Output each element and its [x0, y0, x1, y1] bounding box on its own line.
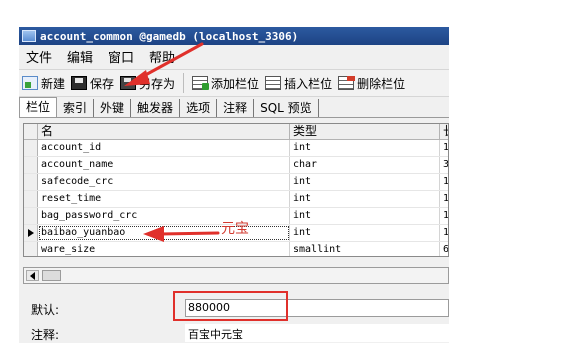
field-length-cell[interactable]: 10 [440, 174, 448, 190]
field-type-cell[interactable]: int [290, 225, 440, 241]
field-name-cell[interactable]: account_id [38, 140, 290, 156]
field-length-cell[interactable]: 10 [440, 208, 448, 224]
menu-bar: 文件 编辑 窗口 帮助 [19, 46, 449, 66]
row-selector[interactable] [24, 157, 38, 173]
header-gutter [24, 124, 38, 139]
designer-tabs: 栏位 索引 外键 触发器 选项 注释 SQL 预览 [19, 97, 449, 118]
field-name-cell[interactable]: account_name [38, 157, 290, 173]
annotation-label: 元宝 [221, 221, 249, 237]
menu-edit[interactable]: 编辑 [60, 47, 101, 66]
insert-field-label: 插入栏位 [284, 76, 333, 91]
menu-file[interactable]: 文件 [19, 47, 60, 66]
field-type-cell[interactable]: int [290, 191, 440, 207]
field-type-cell[interactable]: int [290, 208, 440, 224]
row-selector[interactable] [24, 140, 38, 156]
field-name-cell-editing[interactable]: baibao_yuanbao [38, 225, 290, 241]
delete-field-icon [338, 76, 356, 90]
floppy-disk-icon [71, 76, 88, 90]
field-length-cell[interactable]: 10 [440, 140, 448, 156]
field-type-cell[interactable]: int [290, 140, 440, 156]
tab-triggers[interactable]: 触发器 [131, 99, 181, 117]
row-selector[interactable] [24, 174, 38, 190]
table-row[interactable]: account_name char 36 [24, 157, 448, 174]
window-title: account_common @gamedb (localhost_3306) [40, 29, 299, 43]
row-selector[interactable] [24, 191, 38, 207]
new-button[interactable]: 新建 [19, 72, 68, 94]
table-row[interactable]: ware_size smallint 6 [24, 242, 448, 256]
tab-foreign-keys[interactable]: 外键 [94, 99, 132, 117]
save-button[interactable]: 保存 [68, 72, 117, 94]
menu-window[interactable]: 窗口 [101, 47, 142, 66]
field-type-cell[interactable]: char [290, 157, 440, 173]
table-row[interactable]: safecode_crc int 10 [24, 174, 448, 191]
field-type-cell[interactable]: int [290, 174, 440, 190]
menu-help[interactable]: 帮助 [142, 47, 183, 66]
delete-field-label: 删除栏位 [357, 76, 406, 91]
scroll-thumb[interactable] [42, 270, 61, 281]
table-app-icon [22, 30, 36, 42]
tab-options[interactable]: 选项 [180, 99, 218, 117]
field-length-cell[interactable]: 10 [440, 191, 448, 207]
default-value-highlight [173, 291, 288, 321]
horizontal-scrollbar[interactable] [23, 267, 449, 284]
title-bar: account_common @gamedb (localhost_3306) [19, 27, 449, 45]
insert-field-button[interactable]: 插入栏位 [262, 72, 335, 94]
toolbar: 新建 保存 另存为 添加栏位 插入栏位 删除栏位 [19, 69, 449, 97]
new-button-label: 新建 [41, 76, 66, 91]
insert-field-icon [265, 76, 282, 90]
column-header-name[interactable]: 名 [38, 124, 290, 139]
field-type-cell[interactable]: smallint [290, 242, 440, 256]
save-as-icon [120, 76, 137, 90]
save-button-label: 保存 [90, 76, 115, 91]
current-row-indicator-icon[interactable] [24, 225, 38, 241]
field-length-cell[interactable]: 10 [440, 225, 448, 241]
toolbar-separator [183, 73, 185, 93]
comment-label: 注释: [31, 328, 60, 342]
row-selector[interactable] [24, 208, 38, 224]
table-row[interactable]: account_id int 10 [24, 140, 448, 157]
tab-comment[interactable]: 注释 [217, 99, 255, 117]
table-row[interactable]: reset_time int 10 [24, 191, 448, 208]
field-name-cell[interactable]: reset_time [38, 191, 290, 207]
delete-field-button[interactable]: 删除栏位 [335, 72, 408, 94]
field-name-cell[interactable]: ware_size [38, 242, 290, 256]
scroll-left-icon[interactable] [26, 270, 39, 281]
column-header-length[interactable]: 长 [440, 124, 448, 139]
comment-value-field[interactable]: 百宝中元宝 [185, 324, 449, 342]
field-length-cell[interactable]: 6 [440, 242, 448, 256]
save-as-button-label: 另存为 [139, 76, 176, 91]
default-label: 默认: [31, 303, 60, 317]
field-name-cell[interactable]: safecode_crc [38, 174, 290, 190]
column-header-type[interactable]: 类型 [290, 124, 440, 139]
tab-sql-preview[interactable]: SQL 预览 [254, 99, 319, 117]
add-field-button[interactable]: 添加栏位 [189, 72, 262, 94]
grid-header: 名 类型 长 [24, 124, 448, 140]
tab-fields[interactable]: 栏位 [19, 97, 58, 117]
field-length-cell[interactable]: 36 [440, 157, 448, 173]
tab-indexes[interactable]: 索引 [57, 99, 95, 117]
add-field-icon [192, 76, 210, 90]
add-field-label: 添加栏位 [211, 76, 260, 91]
save-as-button[interactable]: 另存为 [117, 72, 178, 94]
field-name-cell[interactable]: bag_password_crc [38, 208, 290, 224]
new-table-icon [22, 76, 38, 90]
row-selector[interactable] [24, 242, 38, 256]
